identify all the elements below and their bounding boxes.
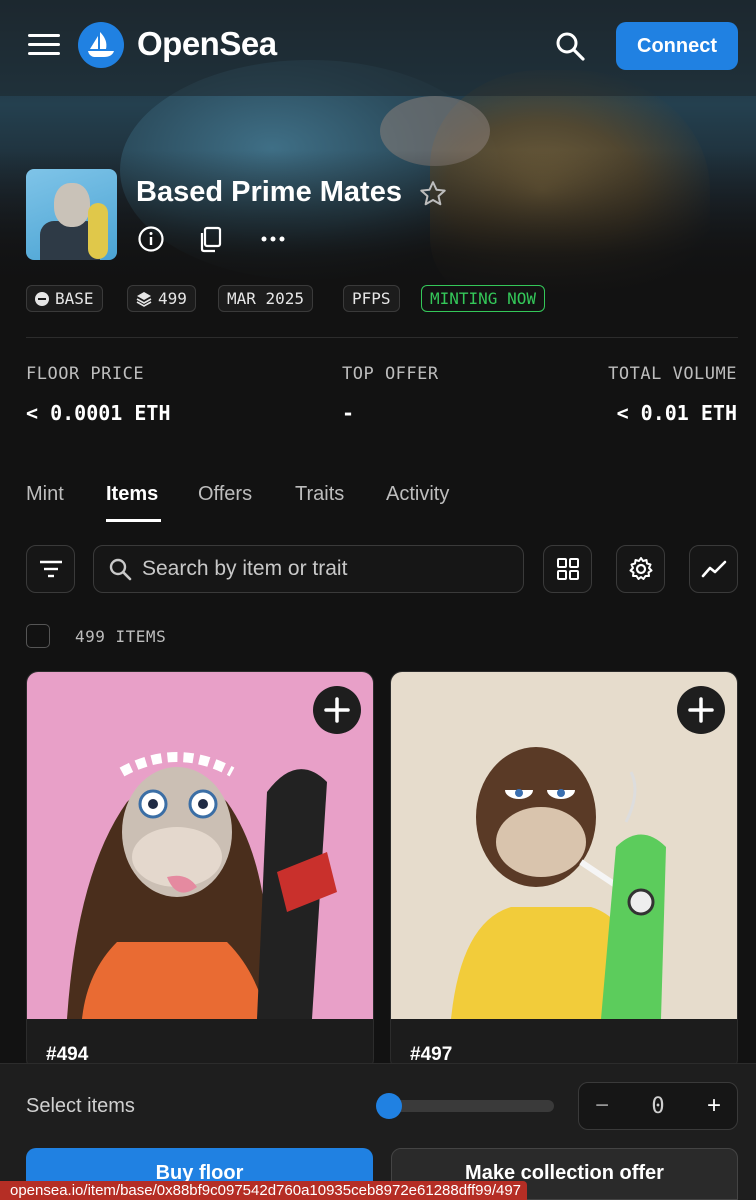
collection-title: Based Prime Mates bbox=[136, 176, 402, 208]
tab-activity[interactable]: Activity bbox=[386, 483, 449, 506]
more-options-icon[interactable] bbox=[258, 224, 288, 254]
collection-avatar bbox=[26, 169, 117, 260]
quantity-value: 0 bbox=[651, 1093, 665, 1119]
hamburger-menu-icon[interactable] bbox=[28, 34, 60, 58]
plus-icon bbox=[688, 697, 714, 723]
filter-button[interactable] bbox=[26, 545, 75, 593]
active-tab-indicator bbox=[106, 519, 161, 522]
tab-mint[interactable]: Mint bbox=[26, 483, 64, 506]
tab-offers[interactable]: Offers bbox=[198, 483, 252, 506]
minting-status-badge[interactable]: MINTING NOW bbox=[421, 285, 545, 312]
total-volume-value: < 0.01 ETH bbox=[616, 401, 737, 425]
layers-icon bbox=[136, 291, 152, 307]
star-favorite-icon[interactable] bbox=[418, 179, 448, 209]
increment-button[interactable]: + bbox=[707, 1092, 721, 1120]
plus-icon bbox=[324, 697, 350, 723]
logo-wordmark[interactable]: OpenSea bbox=[137, 25, 277, 63]
decrement-button[interactable]: − bbox=[595, 1092, 609, 1120]
supply-badge: 499 bbox=[127, 285, 196, 312]
grid-view-button[interactable] bbox=[543, 545, 592, 593]
chain-badge: BASE bbox=[26, 285, 103, 312]
top-offer-value: - bbox=[342, 401, 355, 425]
opensea-logo-icon[interactable] bbox=[78, 22, 124, 68]
select-items-label: Select items bbox=[26, 1095, 135, 1117]
item-search-box[interactable] bbox=[93, 545, 524, 593]
sweep-slider[interactable] bbox=[382, 1100, 554, 1112]
analytics-button[interactable] bbox=[689, 545, 738, 593]
settings-button[interactable] bbox=[616, 545, 665, 593]
search-icon[interactable] bbox=[554, 30, 586, 62]
items-count: 499 ITEMS bbox=[75, 627, 167, 646]
top-offer-label: TOP OFFER bbox=[342, 364, 439, 384]
tab-traits[interactable]: Traits bbox=[295, 483, 344, 506]
tab-items[interactable]: Items bbox=[106, 483, 158, 506]
select-all-checkbox[interactable] bbox=[26, 624, 50, 648]
floor-price-label: FLOOR PRICE bbox=[26, 364, 145, 384]
add-to-cart-button[interactable] bbox=[677, 686, 725, 734]
gear-icon bbox=[629, 557, 652, 580]
nft-card[interactable]: #497 bbox=[390, 671, 738, 1071]
search-input[interactable] bbox=[142, 557, 512, 581]
connect-wallet-button[interactable]: Connect bbox=[616, 22, 738, 70]
grid-icon bbox=[556, 558, 579, 580]
info-icon[interactable] bbox=[136, 224, 166, 254]
category-badge[interactable]: PFPS bbox=[343, 285, 400, 312]
link-preview-url: opensea.io/item/base/0x88bf9c097542d760a… bbox=[0, 1181, 528, 1200]
total-volume-label: TOTAL VOLUME bbox=[608, 364, 737, 384]
add-to-cart-button[interactable] bbox=[313, 686, 361, 734]
trend-chart-icon bbox=[701, 560, 726, 578]
sweep-slider-handle[interactable] bbox=[376, 1093, 402, 1119]
nft-card[interactable]: #494 bbox=[26, 671, 374, 1071]
filter-icon bbox=[39, 560, 62, 578]
divider bbox=[26, 337, 738, 338]
floor-price-value: < 0.0001 ETH bbox=[26, 401, 171, 425]
created-date-badge: MAR 2025 bbox=[218, 285, 314, 312]
quantity-stepper[interactable]: − 0 + bbox=[578, 1082, 738, 1130]
copy-icon[interactable] bbox=[196, 224, 226, 254]
base-chain-icon bbox=[35, 291, 49, 306]
search-icon bbox=[109, 558, 132, 581]
